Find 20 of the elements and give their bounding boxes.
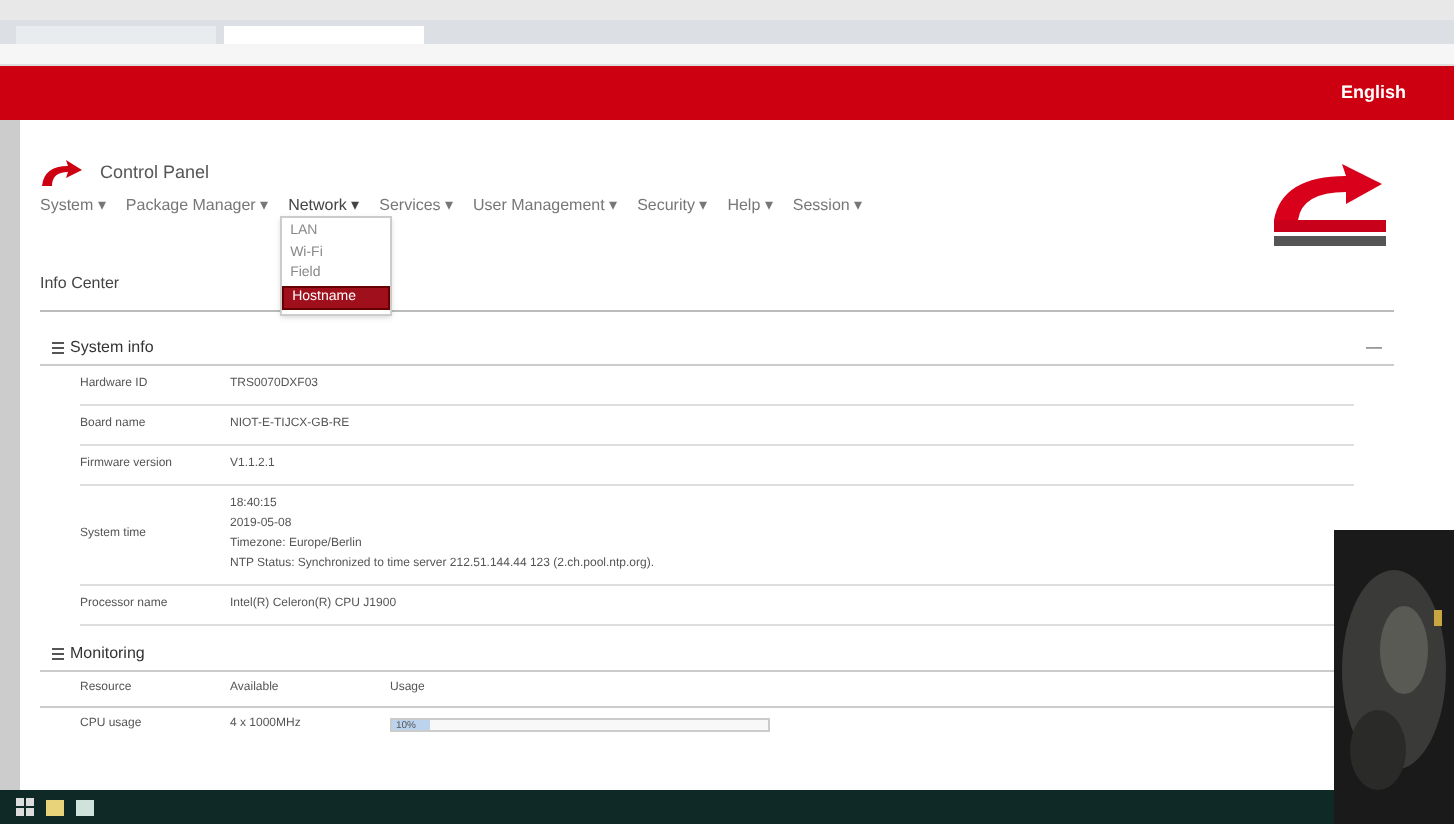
section-title: Monitoring [70,642,145,666]
section-title: System info [70,336,154,360]
menu-item[interactable]: Session ▾ [792,196,863,214]
app-title: Control Panel [100,160,210,187]
menu-item[interactable]: System ▾ [40,196,106,214]
menu-item[interactable]: Network ▾ [288,196,360,214]
window-icon[interactable] [76,799,94,815]
menu-item[interactable]: Services ▾ [379,196,454,214]
language-link[interactable]: English [1340,79,1406,107]
menu-item[interactable]: User Management ▾ [473,196,618,214]
list-icon [52,648,64,660]
list-icon [52,342,64,354]
logo-icon [40,160,84,188]
collapse-button[interactable]: — [1366,336,1382,360]
page-title: Info Center [40,274,120,292]
menu-item[interactable]: Security ▾ [637,196,708,214]
folder-icon[interactable] [46,799,64,815]
start-icon[interactable] [16,798,34,816]
menu-item[interactable]: Help ▾ [727,196,773,214]
menu-item[interactable]: Package Manager ▾ [125,196,269,214]
